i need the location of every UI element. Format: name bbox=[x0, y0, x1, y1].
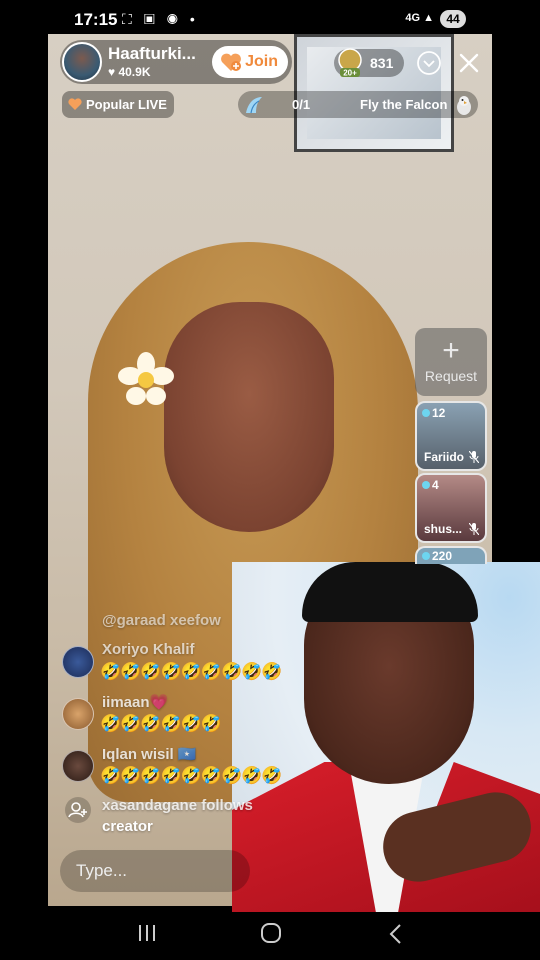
mic-muted-icon bbox=[469, 451, 479, 463]
guest-hair bbox=[302, 562, 478, 622]
guest-tile-count: 12 bbox=[422, 406, 445, 420]
chat-avatar[interactable] bbox=[62, 646, 94, 678]
chat-username[interactable]: Iqlan wisil 🇸🇴 bbox=[102, 745, 197, 763]
plus-icon: + bbox=[442, 334, 460, 367]
recent-apps-icon[interactable] bbox=[137, 924, 157, 942]
bird-gift-icon bbox=[246, 97, 262, 114]
chat-username[interactable]: iimaan💗 bbox=[102, 693, 168, 711]
request-guest-button[interactable]: + Request bbox=[415, 328, 487, 396]
host-avatar[interactable] bbox=[62, 42, 102, 82]
falcon-label: Fly the Falcon bbox=[360, 97, 448, 112]
host-likes: ♥ 40.9K bbox=[108, 65, 151, 79]
chat-message: 🤣🤣🤣🤣🤣🤣🤣🤣🤣 bbox=[100, 662, 283, 681]
battery-icon: 44 bbox=[440, 10, 466, 28]
guest-tile-count: 220 bbox=[422, 549, 452, 563]
back-icon[interactable] bbox=[387, 923, 403, 945]
home-icon[interactable] bbox=[260, 922, 282, 944]
chat-message: 🤣🤣🤣🤣🤣🤣🤣🤣🤣 bbox=[100, 766, 283, 785]
mic-muted-icon bbox=[469, 523, 479, 535]
flower-icon bbox=[118, 352, 174, 405]
join-heart-icon bbox=[221, 53, 241, 71]
chat-mention: @garaad xeefow bbox=[102, 612, 221, 629]
falcon-progress: 0/1 bbox=[292, 97, 311, 112]
popular-live-label: Popular LIVE bbox=[86, 97, 167, 112]
host-face bbox=[164, 302, 334, 532]
guest-tile[interactable]: 220 bbox=[415, 546, 487, 564]
guest-tile[interactable]: 12 Fariido bbox=[415, 401, 487, 471]
status-time: 17:15 bbox=[74, 10, 118, 29]
falcon-icon bbox=[457, 96, 471, 115]
svg-text:20+: 20+ bbox=[343, 69, 357, 78]
follow-notice-creator: creator bbox=[102, 818, 153, 835]
chat-avatar[interactable] bbox=[62, 750, 94, 782]
heart-icon bbox=[68, 98, 82, 110]
guest-video-overlay[interactable] bbox=[232, 562, 540, 918]
guest-tile[interactable]: 4 shus... bbox=[415, 473, 487, 543]
viewer-rank-badge-icon: 20+ bbox=[338, 48, 362, 78]
chat-username[interactable]: Xoriyo Khalif bbox=[102, 641, 195, 658]
chevron-down-icon[interactable] bbox=[416, 50, 442, 76]
follow-notice: xasandagane follows bbox=[102, 797, 253, 814]
close-icon[interactable] bbox=[456, 50, 482, 76]
viewer-count: 831 bbox=[370, 55, 394, 71]
follow-user-icon bbox=[65, 797, 91, 823]
chat-message: 🤣🤣🤣🤣🤣🤣 bbox=[100, 714, 222, 733]
status-icons: ⛶ ▣ ◉ • bbox=[122, 11, 199, 27]
network-indicator: 4G ▲ bbox=[405, 12, 434, 24]
chat-input-placeholder[interactable]: Type... bbox=[76, 861, 127, 881]
guest-tile-name: Fariido bbox=[424, 450, 465, 464]
host-name[interactable]: Haafturki... bbox=[108, 44, 208, 64]
chat-avatar[interactable] bbox=[62, 698, 94, 730]
guest-tile-count: 4 bbox=[422, 478, 439, 492]
guest-tile-name: shus... bbox=[424, 522, 463, 536]
request-label: Request bbox=[424, 368, 478, 384]
